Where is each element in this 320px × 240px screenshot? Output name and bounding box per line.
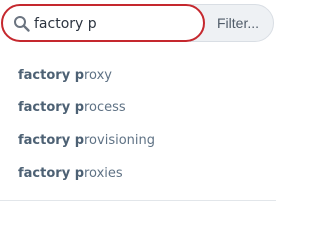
suggestion-item[interactable]: factory process: [0, 91, 276, 124]
suggestion-list: factory proxy factory process factory pr…: [0, 50, 276, 200]
suggestion-rest: roxy: [84, 68, 112, 83]
suggestion-rest: roxies: [84, 166, 123, 181]
search-input[interactable]: [34, 13, 199, 35]
search-icon: [14, 16, 30, 32]
search-field[interactable]: [1, 4, 205, 42]
suggestion-item[interactable]: factory proxy: [0, 59, 276, 92]
suggestion-match: factory p: [18, 100, 84, 115]
divider: [0, 200, 276, 201]
suggestion-match: factory p: [18, 68, 84, 83]
suggestion-rest: rocess: [84, 100, 126, 115]
suggestion-item[interactable]: factory provisioning: [0, 124, 276, 157]
search-bar: Filter...: [0, 4, 276, 42]
filter-label: Filter...: [217, 15, 260, 31]
suggestion-item[interactable]: factory proxies: [0, 157, 276, 190]
suggestion-rest: rovisioning: [84, 133, 155, 148]
suggestion-match: factory p: [18, 166, 84, 181]
suggestion-match: factory p: [18, 133, 84, 148]
